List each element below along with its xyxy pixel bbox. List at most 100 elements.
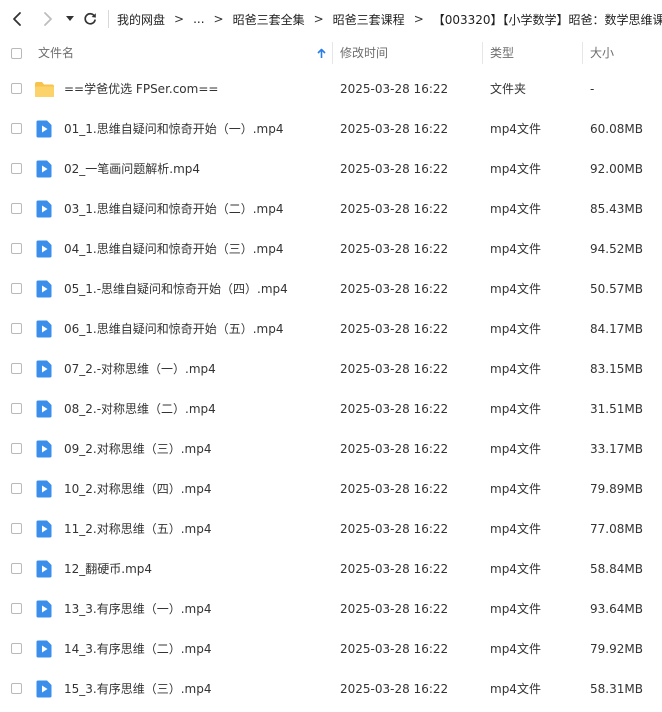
file-name: 09_2.对称思维（三）.mp4 <box>64 442 212 456</box>
row-checkbox[interactable] <box>11 603 22 614</box>
file-type: mp4文件 <box>490 282 541 296</box>
file-size: 92.00MB <box>590 162 643 176</box>
file-modified-time: 2025-03-28 16:22 <box>340 482 449 496</box>
column-header-modified[interactable]: 修改时间 <box>340 38 388 68</box>
row-checkbox[interactable] <box>11 683 22 694</box>
file-name: 05_1.-思维自疑问和惊奇开始（四）.mp4 <box>64 282 288 296</box>
file-row[interactable]: 04_1.思维自疑问和惊奇开始（三）.mp4 2025-03-28 16:22 mp… <box>0 229 662 269</box>
file-row[interactable]: 11_2.对称思维（五）.mp4 2025-03-28 16:22 mp4文件 77.… <box>0 509 662 549</box>
file-row[interactable]: 14_3.有序思维（二）.mp4 2025-03-28 16:22 mp4文件 79.… <box>0 629 662 669</box>
history-dropdown-button[interactable] <box>62 0 78 38</box>
file-size: 79.92MB <box>590 642 643 656</box>
video-file-icon <box>36 320 52 338</box>
row-checkbox[interactable] <box>11 283 22 294</box>
arrow-up-icon[interactable] <box>317 48 326 59</box>
file-row[interactable]: 08_2.-对称思维（二）.mp4 2025-03-28 16:22 mp4文件 31… <box>0 389 662 429</box>
row-checkbox[interactable] <box>11 483 22 494</box>
file-row[interactable]: 07_2.-对称思维（一）.mp4 2025-03-28 16:22 mp4文件 83… <box>0 349 662 389</box>
file-size: 85.43MB <box>590 202 643 216</box>
file-size: 58.84MB <box>590 562 643 576</box>
row-checkbox[interactable] <box>11 443 22 454</box>
file-row[interactable]: 13_3.有序思维（一）.mp4 2025-03-28 16:22 mp4文件 93.… <box>0 589 662 629</box>
row-checkbox[interactable] <box>11 363 22 374</box>
column-divider[interactable] <box>332 42 333 64</box>
file-row[interactable]: 02_一笔画问题解析.mp4 2025-03-28 16:22 mp4文件 92.00… <box>0 149 662 189</box>
row-checkbox[interactable] <box>11 563 22 574</box>
file-type: 文件夹 <box>490 82 527 96</box>
file-type: mp4文件 <box>490 442 541 456</box>
video-file-icon <box>36 200 52 218</box>
breadcrumb-separator-icon: > <box>213 12 224 26</box>
file-modified-time: 2025-03-28 16:22 <box>340 642 449 656</box>
file-modified-time: 2025-03-28 16:22 <box>340 362 449 376</box>
file-name: ==学爸优选 FPSer.com== <box>64 82 219 96</box>
file-name: 14_3.有序思维（二）.mp4 <box>64 642 212 656</box>
file-row[interactable]: 06_1.思维自疑问和惊奇开始（五）.mp4 2025-03-28 16:22 mp… <box>0 309 662 349</box>
file-name: 11_2.对称思维（五）.mp4 <box>64 522 212 536</box>
file-size: 31.51MB <box>590 402 643 416</box>
refresh-icon <box>84 12 96 25</box>
file-row[interactable]: 01_1.思维自疑问和惊奇开始（一）.mp4 2025-03-28 16:22 mp… <box>0 109 662 149</box>
file-modified-time: 2025-03-28 16:22 <box>340 562 449 576</box>
file-modified-time: 2025-03-28 16:22 <box>340 602 449 616</box>
forward-button[interactable] <box>34 0 62 38</box>
file-type: mp4文件 <box>490 202 541 216</box>
file-modified-time: 2025-03-28 16:22 <box>340 322 449 336</box>
file-size: 83.15MB <box>590 362 643 376</box>
file-name: 13_3.有序思维（一）.mp4 <box>64 602 212 616</box>
video-file-icon <box>36 240 52 258</box>
file-row[interactable]: 05_1.-思维自疑问和惊奇开始（四）.mp4 2025-03-28 16:22 m… <box>0 269 662 309</box>
back-button[interactable] <box>0 0 34 38</box>
video-file-icon <box>36 400 52 418</box>
video-file-icon <box>36 600 52 618</box>
file-type: mp4文件 <box>490 642 541 656</box>
breadcrumb-item-course[interactable]: 昭爸三套课程 <box>333 11 405 28</box>
file-size: 79.89MB <box>590 482 643 496</box>
toolbar: 我的网盘 > ... > 昭爸三套全集 > 昭爸三套课程 > 【003320】【… <box>0 0 662 38</box>
breadcrumb-item-root[interactable]: 我的网盘 <box>117 11 165 28</box>
file-type: mp4文件 <box>490 522 541 536</box>
breadcrumb-item-collection[interactable]: 昭爸三套全集 <box>233 11 305 28</box>
file-size: 60.08MB <box>590 122 643 136</box>
video-file-icon <box>36 520 52 538</box>
file-name: 06_1.思维自疑问和惊奇开始（五）.mp4 <box>64 322 284 336</box>
file-row[interactable]: 15_3.有序思维（三）.mp4 2025-03-28 16:22 mp4文件 58.… <box>0 669 662 709</box>
column-header-type[interactable]: 类型 <box>490 38 514 68</box>
row-checkbox[interactable] <box>11 323 22 334</box>
file-modified-time: 2025-03-28 16:22 <box>340 282 449 296</box>
breadcrumb-separator-icon: > <box>413 12 424 26</box>
column-divider[interactable] <box>582 42 583 64</box>
file-row[interactable]: 12_翻硬币.mp4 2025-03-28 16:22 mp4文件 58.84MB <box>0 549 662 589</box>
file-modified-time: 2025-03-28 16:22 <box>340 402 449 416</box>
video-file-icon <box>36 640 52 658</box>
refresh-button[interactable] <box>78 0 102 38</box>
file-size: 93.64MB <box>590 602 643 616</box>
breadcrumb-item-current: 【003320】【小学数学】昭爸：数学思维课 <box>432 12 662 27</box>
file-type: mp4文件 <box>490 562 541 576</box>
row-checkbox[interactable] <box>11 203 22 214</box>
row-checkbox[interactable] <box>11 243 22 254</box>
column-header-name[interactable]: 文件名 <box>38 38 74 68</box>
row-checkbox[interactable] <box>11 83 22 94</box>
file-row[interactable]: 03_1.思维自疑问和惊奇开始（二）.mp4 2025-03-28 16:22 mp… <box>0 189 662 229</box>
select-all-checkbox[interactable] <box>11 48 22 59</box>
row-checkbox[interactable] <box>11 643 22 654</box>
breadcrumb-separator-icon: > <box>174 12 185 26</box>
file-type: mp4文件 <box>490 242 541 256</box>
row-checkbox[interactable] <box>11 123 22 134</box>
file-type: mp4文件 <box>490 362 541 376</box>
file-row[interactable]: 10_2.对称思维（四）.mp4 2025-03-28 16:22 mp4文件 79.… <box>0 469 662 509</box>
row-checkbox[interactable] <box>11 163 22 174</box>
file-size: 77.08MB <box>590 522 643 536</box>
video-file-icon <box>36 280 52 298</box>
breadcrumb-item-ellipsis[interactable]: ... <box>193 12 204 26</box>
file-row[interactable]: ==学爸优选 FPSer.com== 2025-03-28 16:22 文件夹 - <box>0 69 662 109</box>
file-row[interactable]: 09_2.对称思维（三）.mp4 2025-03-28 16:22 mp4文件 33.… <box>0 429 662 469</box>
file-type: mp4文件 <box>490 322 541 336</box>
file-type: mp4文件 <box>490 482 541 496</box>
row-checkbox[interactable] <box>11 523 22 534</box>
file-size: 84.17MB <box>590 322 643 336</box>
column-header-size[interactable]: 大小 <box>590 38 614 68</box>
row-checkbox[interactable] <box>11 403 22 414</box>
column-divider[interactable] <box>482 42 483 64</box>
